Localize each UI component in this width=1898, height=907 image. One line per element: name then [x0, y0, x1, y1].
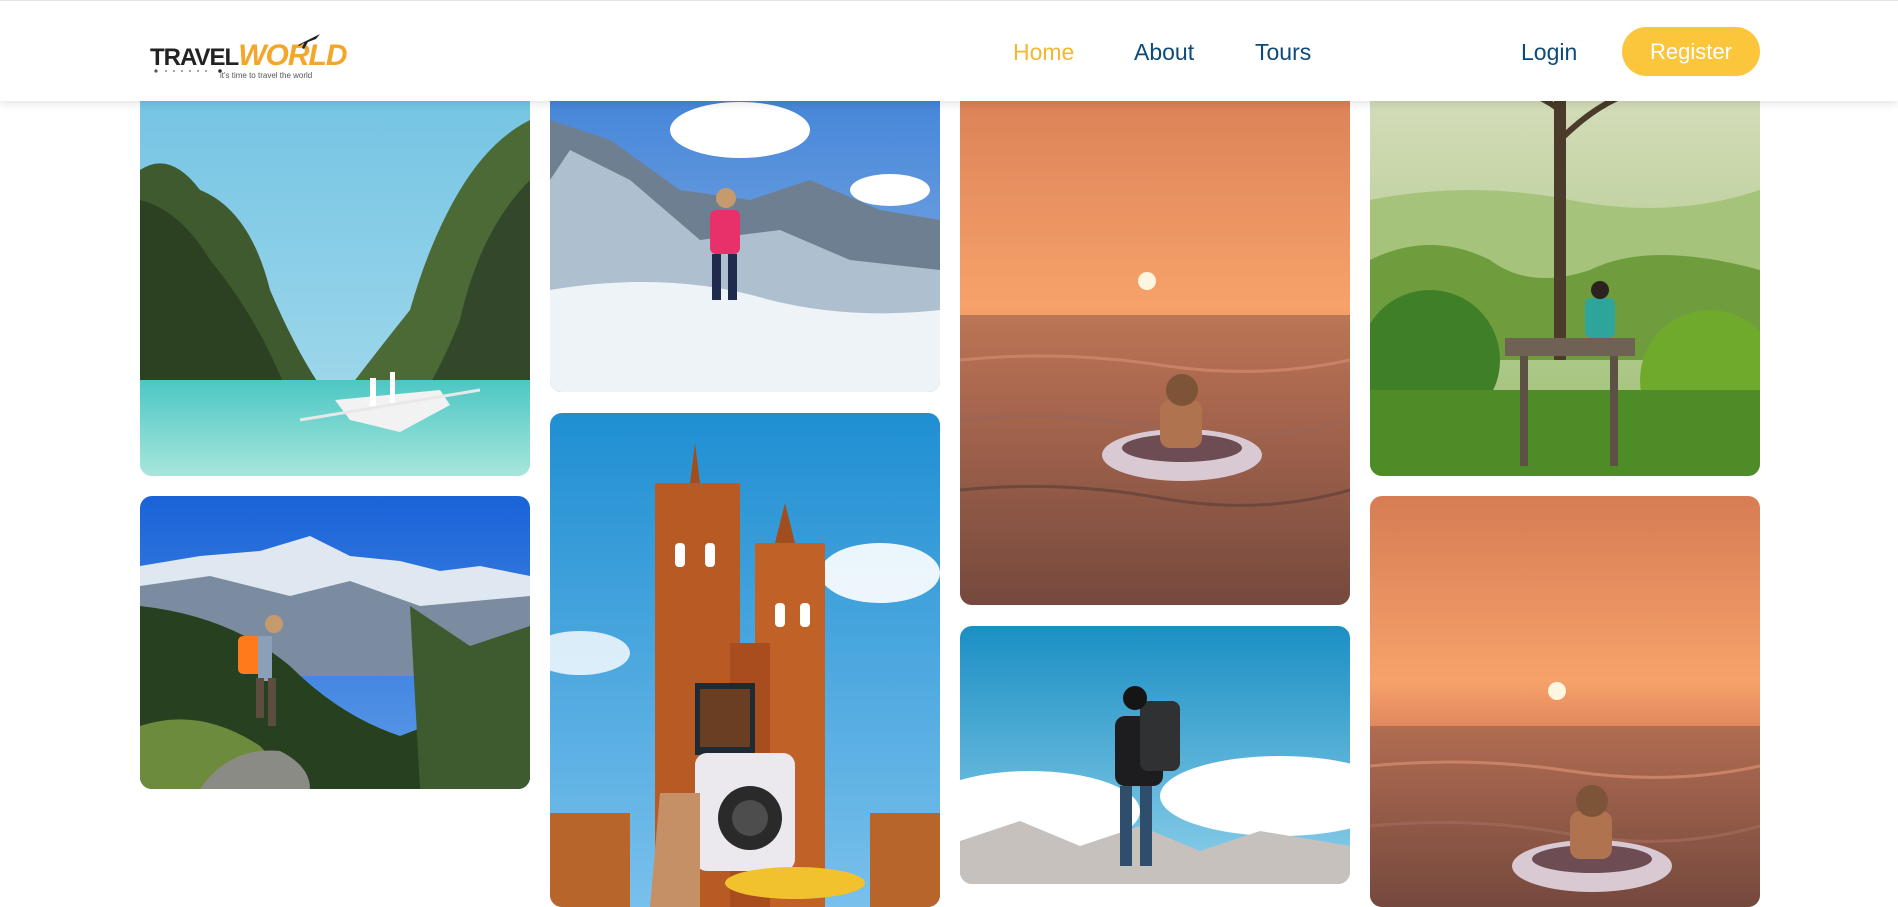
church-camera-photo[interactable]	[550, 413, 940, 907]
brand-logo[interactable]: TRAVELWORLD it's time to travel the worl…	[150, 31, 348, 83]
nav-tours-link[interactable]: Tours	[1255, 39, 1311, 66]
logo-dots-decoration	[154, 69, 222, 73]
lagoon-boat-photo[interactable]	[140, 60, 530, 476]
airplane-icon	[298, 34, 320, 49]
login-button[interactable]: Login	[1521, 39, 1577, 66]
hiker-mountains-photo[interactable]	[140, 496, 530, 789]
logo-tagline: it's time to travel the world	[220, 71, 313, 80]
site-header: TRAVELWORLD it's time to travel the worl…	[0, 0, 1898, 101]
tree-platform-photo[interactable]	[1370, 60, 1760, 476]
logo-text-world: WORLD	[238, 39, 347, 72]
sunset-float-photo-2[interactable]	[1370, 496, 1760, 907]
logo-text-travel: TRAVEL	[150, 44, 239, 71]
nav-about-link[interactable]: About	[1134, 39, 1194, 66]
nav-home-link[interactable]: Home	[1013, 39, 1074, 66]
backpacker-clouds-photo[interactable]	[960, 626, 1350, 884]
register-button[interactable]: Register	[1622, 27, 1760, 76]
mountain-climber-photo[interactable]	[550, 60, 940, 392]
sunset-float-photo[interactable]	[960, 60, 1350, 605]
